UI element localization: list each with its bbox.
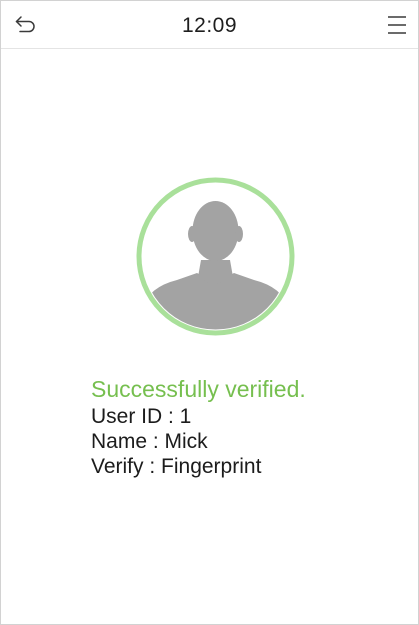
user-name-label: Name : Mick (91, 430, 208, 453)
user-avatar (135, 176, 296, 337)
menu-icon (388, 16, 406, 34)
top-bar: 12:09 (1, 1, 418, 49)
verification-result: Successfully verified. User ID : 1 Name … (91, 375, 411, 479)
back-button[interactable] (11, 11, 41, 39)
user-silhouette-icon (136, 177, 295, 336)
clock-display: 12:09 (181, 14, 238, 37)
verify-method-label: Verify : Fingerprint (91, 455, 262, 478)
device-screen: 12:09 Successfully verified. User ID: 1… (0, 0, 419, 625)
menu-button[interactable] (382, 10, 412, 40)
verification-status: Successfully verified. (91, 376, 306, 402)
back-arrow-icon (15, 16, 35, 33)
user-id-label: User ID : 1 (91, 405, 192, 428)
